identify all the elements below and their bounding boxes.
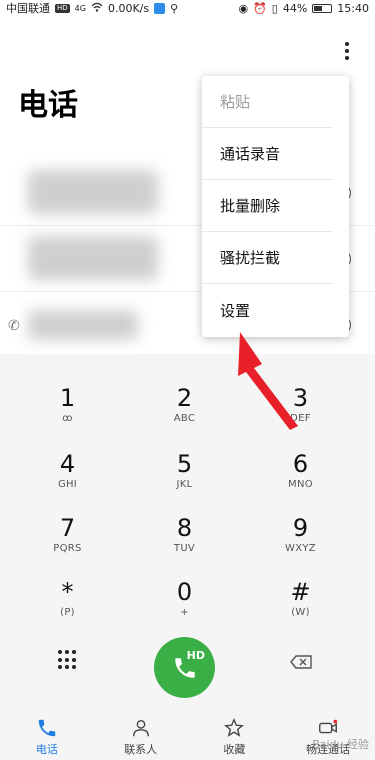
dial-key-digit: 4 [59,450,76,478]
blurred-contact [28,236,158,280]
more-options-icon[interactable] [335,38,359,64]
hd-indicator: HD [55,3,70,13]
nav-item-favorites[interactable]: 收藏 [194,714,274,760]
nav-label: 收藏 [223,743,246,756]
dial-key-2[interactable]: 2 ABC [122,356,247,424]
eye-icon: ◉ [238,1,249,15]
dial-key-letters: + [180,607,189,618]
alarm-icon: ⏰ [253,1,267,15]
menu-item-call-recording[interactable]: 通话录音 [202,128,333,180]
dial-key-star[interactable]: * (P) [5,550,130,618]
dial-key-4[interactable]: 4 GHI [5,422,130,490]
dialpad-toggle-icon[interactable] [58,650,78,670]
dial-key-letters: (P) [60,607,75,618]
battery-percent: 44% [282,1,308,15]
dial-key-hash[interactable]: # (W) [238,550,363,618]
outgoing-call-icon: ✆ [8,318,20,334]
dial-key-9[interactable]: 9 WXYZ [238,486,363,554]
hd-badge: HD [186,649,205,662]
dial-key-1[interactable]: 1 ꝏ [5,356,130,424]
contacts-icon [132,719,149,737]
annotation-arrow-icon [238,332,298,430]
dial-key-digit: 0 [176,578,193,606]
vibrate-icon: ▯ [271,1,278,15]
blurred-contact [28,170,158,214]
backspace-icon[interactable] [290,654,312,669]
star-icon [224,718,245,737]
call-button[interactable]: HD [154,637,215,698]
carrier-label: 中国联通 [6,2,50,15]
menu-item-batch-delete[interactable]: 批量删除 [202,180,333,232]
dial-key-digit: 8 [176,514,193,542]
blurred-contact [28,310,138,340]
app-notification-icon [154,2,166,14]
overflow-menu: 粘贴 通话录音 批量删除 骚扰拦截 设置 [202,76,349,337]
nav-label: 电话 [35,743,58,756]
wifi-icon [91,2,103,15]
nav-item-phone[interactable]: 电话 [7,714,87,760]
speed-label: 0.00K/s [107,1,150,15]
dial-key-5[interactable]: 5 JKL [122,422,247,490]
dial-key-digit: # [290,578,311,606]
battery-icon [312,3,333,13]
app-notification-icon-2: ⚲ [170,1,179,15]
dial-key-digit: 1 [59,384,76,412]
dial-key-7[interactable]: 7 PQRS [5,486,130,554]
dial-key-digit: 7 [59,514,76,542]
network-label: 4G [74,3,86,13]
menu-item-settings[interactable]: 设置 [202,284,333,336]
dial-key-letters: (W) [291,607,310,618]
nav-item-contacts[interactable]: 联系人 [101,714,181,760]
dial-key-digit: 6 [292,450,309,478]
time-label: 15:40 [337,1,369,15]
dial-key-digit: * [61,578,74,606]
dial-key-digit: 5 [176,450,193,478]
page-title: 电话 [18,88,78,123]
dial-key-digit: 9 [292,514,309,542]
dial-key-0[interactable]: 0 + [122,550,247,618]
dial-key-8[interactable]: 8 TUV [122,486,247,554]
watermark: Baidu 经验 [312,738,369,751]
dial-key-digit: 2 [176,384,193,412]
menu-item-harassment-block[interactable]: 骚扰拦截 [202,232,333,284]
phone-icon [38,719,56,737]
dial-key-6[interactable]: 6 MNO [238,422,363,490]
nav-label: 联系人 [124,743,158,756]
menu-item-paste: 粘贴 [202,76,333,128]
status-bar: 中国联通 HD 4G 0.00K/s ⚲ ◉ ⏰ ▯ 44% 15:40 [0,0,375,16]
